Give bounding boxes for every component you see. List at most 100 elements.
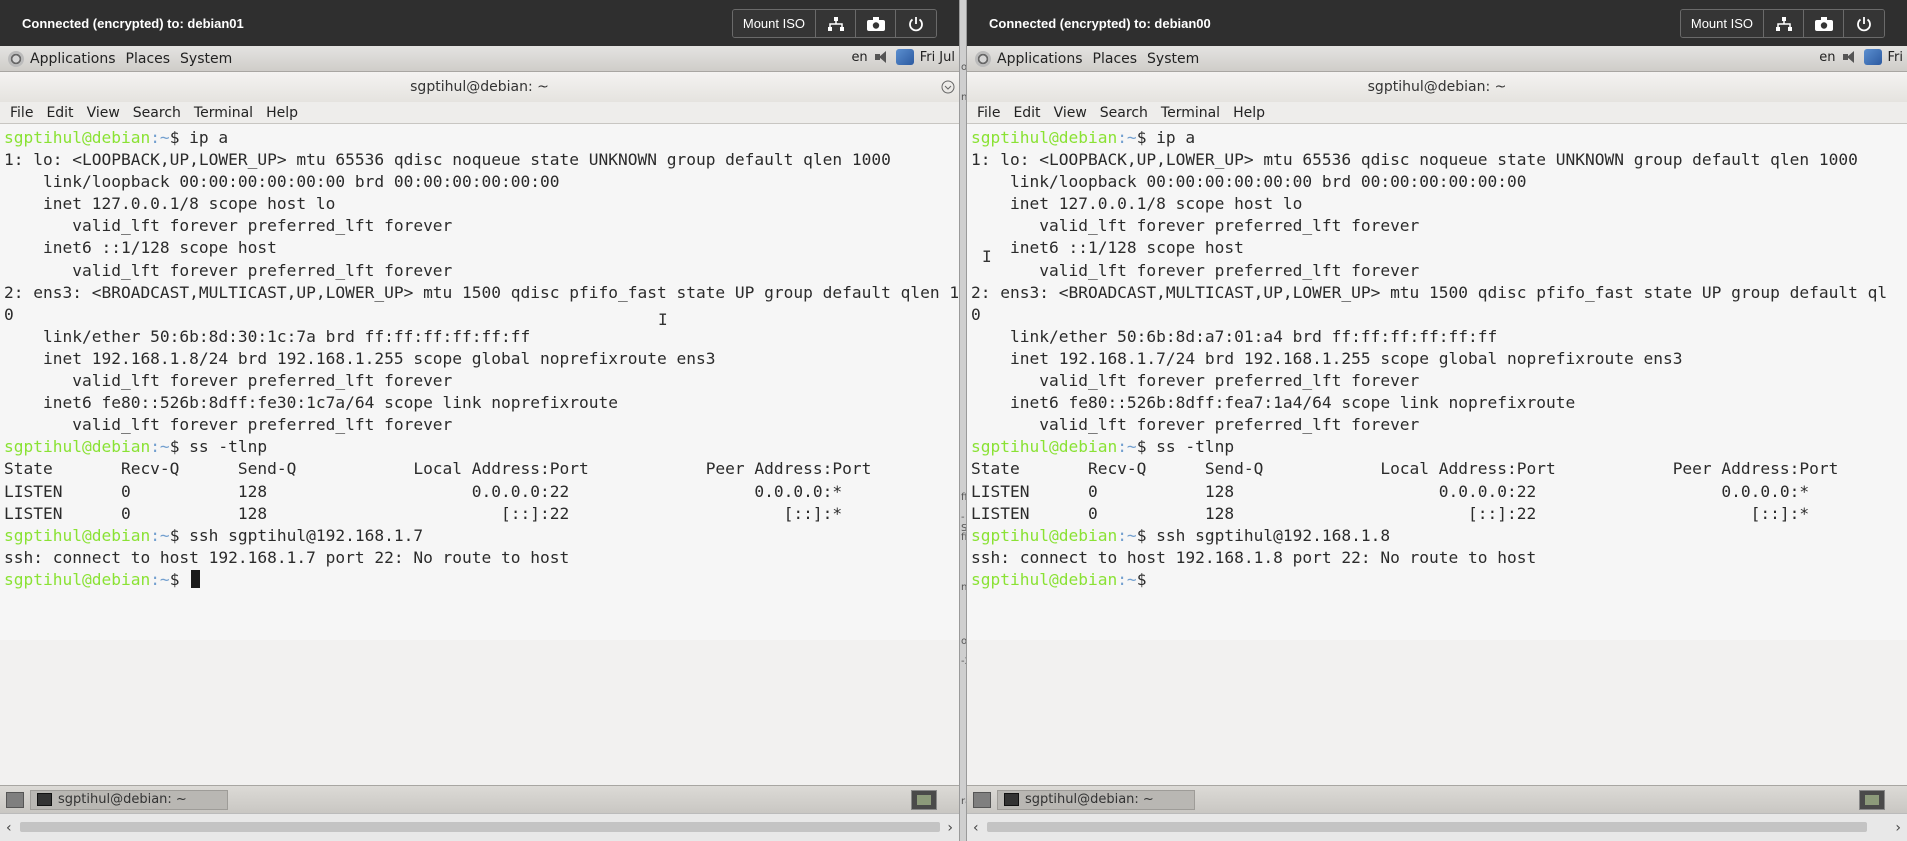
horizontal-scrollbar[interactable]: ‹ › xyxy=(967,813,1907,841)
scrollbar-thumb[interactable] xyxy=(20,822,940,832)
taskbar-terminal-button[interactable]: sgptihul@debian: ~ xyxy=(997,789,1195,810)
output-text: inet6 ::1/128 scope host xyxy=(4,238,277,258)
applications-menu[interactable]: Applications xyxy=(30,51,116,67)
scrollbar-thumb[interactable] xyxy=(987,822,1867,832)
output-text: valid_lft forever preferred_lft forever xyxy=(4,260,453,280)
places-menu[interactable]: Places xyxy=(1093,51,1138,67)
terminal-output-line: inet6 ::1/128 scope host xyxy=(971,237,1907,259)
terminal-output[interactable]: sgptihul@debian:~$ ip a 1: lo: <LOOPBACK,… xyxy=(967,124,1907,640)
menu-edit[interactable]: Edit xyxy=(46,105,73,121)
menu-terminal[interactable]: Terminal xyxy=(1161,105,1220,121)
places-menu[interactable]: Places xyxy=(126,51,171,67)
terminal-output-line: 2: ens3: <BROADCAST,MULTICAST,UP,LOWER_U… xyxy=(971,282,1907,304)
scroll-right-icon[interactable]: › xyxy=(947,820,953,836)
menu-edit[interactable]: Edit xyxy=(1013,105,1040,121)
menu-view[interactable]: View xyxy=(87,105,120,121)
menu-file[interactable]: File xyxy=(977,105,1000,121)
output-text: LISTEN 0 128 [::]:22 [::]:* xyxy=(971,503,1810,523)
terminal-menubar: File Edit View Search Terminal Help xyxy=(967,102,1907,124)
terminal-output-line: valid_lft forever preferred_lft forever xyxy=(4,414,959,436)
system-menu[interactable]: System xyxy=(1147,51,1199,67)
vnc-button-group: Mount ISO xyxy=(1679,9,1885,38)
network-button[interactable] xyxy=(816,10,856,37)
volume-icon[interactable] xyxy=(874,50,890,64)
keyboard-layout[interactable]: en xyxy=(1819,50,1835,65)
menu-file[interactable]: File xyxy=(10,105,33,121)
power-button[interactable] xyxy=(896,10,936,37)
prompt-path: :~ xyxy=(150,525,170,545)
prompt-user: sgptihul@debian xyxy=(4,128,151,147)
output-text: inet6 fe80::526b:8dff:fe30:1c7a/64 scope… xyxy=(4,393,618,413)
prompt-path: :~ xyxy=(1117,525,1137,545)
output-text: valid_lft forever preferred_lft forever xyxy=(4,216,453,236)
scroll-right-icon[interactable]: › xyxy=(1895,820,1901,836)
terminal-output[interactable]: sgptihul@debian:~$ ip a 1: lo: <LOOPBACK,… xyxy=(0,124,959,640)
workspace-switcher[interactable] xyxy=(1859,790,1885,810)
terminal-output-line: State Recv-Q Send-Q Local Address:Port P… xyxy=(971,458,1907,480)
prompt-user: sgptihul@debian xyxy=(4,525,151,545)
mount-iso-button[interactable]: Mount ISO xyxy=(1680,10,1764,37)
desktop: Connected (encrypted) to: debian01 Mount… xyxy=(0,0,1907,841)
workspace-switcher[interactable] xyxy=(911,790,937,810)
command-text: $ ip a xyxy=(169,128,229,147)
menu-terminal[interactable]: Terminal xyxy=(194,105,253,121)
keyboard-layout[interactable]: en xyxy=(851,50,867,65)
panel-clock[interactable]: Fri xyxy=(1888,50,1904,65)
terminal-output-line: valid_lft forever preferred_lft forever xyxy=(971,260,1907,282)
terminal-titlebar[interactable]: sgptihul@debian: ~ xyxy=(0,72,959,102)
window-menu-icon[interactable] xyxy=(941,80,955,94)
terminal-titlebar[interactable]: sgptihul@debian: ~ xyxy=(967,72,1907,102)
terminal-output-line: valid_lft forever preferred_lft forever xyxy=(971,215,1907,237)
terminal-prompt-line: sgptihul@debian:~$ ip a xyxy=(971,127,1907,149)
output-text: LISTEN 0 128 [::]:22 [::]:* xyxy=(4,503,843,523)
terminal-output-line: 2: ens3: <BROADCAST,MULTICAST,UP,LOWER_U… xyxy=(4,282,959,304)
command-text: $ ssh sgptihul@192.168.1.8 xyxy=(1136,525,1391,545)
terminal-prompt-line: sgptihul@debian:~$ ss -tlnp xyxy=(4,436,959,458)
system-menu[interactable]: System xyxy=(180,51,232,67)
panel-clock[interactable]: Fri Jul xyxy=(920,50,955,65)
vnc-connection-title: Connected (encrypted) to: debian01 xyxy=(22,15,244,31)
prompt-user: sgptihul@debian xyxy=(971,569,1118,589)
power-button[interactable] xyxy=(1844,10,1884,37)
scroll-left-icon[interactable]: ‹ xyxy=(6,820,12,836)
taskbar-terminal-button[interactable]: sgptihul@debian: ~ xyxy=(30,789,228,810)
terminal-menubar: File Edit View Search Terminal Help xyxy=(0,102,959,124)
terminal-window-title: sgptihul@debian: ~ xyxy=(1367,79,1507,95)
terminal-prompt-line: sgptihul@debian:~$ ss -tlnp xyxy=(971,436,1907,458)
command-text: $ xyxy=(169,569,190,589)
menu-search[interactable]: Search xyxy=(133,105,181,121)
user-switch-icon[interactable] xyxy=(895,49,914,65)
show-desktop-icon[interactable] xyxy=(973,791,991,808)
menu-help[interactable]: Help xyxy=(1233,105,1265,121)
screenshot-button[interactable] xyxy=(1804,10,1844,37)
power-icon xyxy=(909,16,923,31)
output-text: link/ether 50:6b:8d:30:1c:7a brd ff:ff:f… xyxy=(4,326,531,346)
mount-iso-button[interactable]: Mount ISO xyxy=(732,10,816,37)
prompt-user: sgptihul@debian xyxy=(4,437,151,457)
scroll-left-icon[interactable]: ‹ xyxy=(973,820,979,836)
terminal-output-line: inet6 ::1/128 scope host xyxy=(4,237,959,259)
network-button[interactable] xyxy=(1764,10,1804,37)
vnc-console-debian01[interactable]: Connected (encrypted) to: debian01 Mount… xyxy=(0,0,959,841)
output-text: link/ether 50:6b:8d:a7:01:a4 brd ff:ff:f… xyxy=(971,326,1498,346)
vnc-console-debian00[interactable]: Connected (encrypted) to: debian00 Mount… xyxy=(967,0,1907,841)
terminal-icon xyxy=(37,793,52,806)
menu-help[interactable]: Help xyxy=(266,105,298,121)
output-text: valid_lft forever preferred_lft forever xyxy=(971,371,1420,391)
output-text: inet 192.168.1.7/24 brd 192.168.1.255 sc… xyxy=(971,348,1683,368)
screenshot-button[interactable] xyxy=(856,10,896,37)
prompt-path: :~ xyxy=(1117,569,1137,589)
horizontal-scrollbar[interactable]: ‹ › xyxy=(0,813,959,841)
menu-view[interactable]: View xyxy=(1054,105,1087,121)
gnome-bottom-panel: sgptihul@debian: ~ xyxy=(967,785,1907,813)
show-desktop-icon[interactable] xyxy=(6,791,24,808)
output-text: inet 127.0.0.1/8 scope host lo xyxy=(971,194,1303,214)
volume-icon[interactable] xyxy=(1842,50,1858,64)
applications-menu[interactable]: Applications xyxy=(997,51,1083,67)
menu-search[interactable]: Search xyxy=(1100,105,1148,121)
user-switch-icon[interactable] xyxy=(1863,49,1882,65)
terminal-output-line: 1: lo: <LOOPBACK,UP,LOWER_UP> mtu 65536 … xyxy=(971,149,1907,171)
power-icon xyxy=(1857,16,1871,31)
prompt-user: sgptihul@debian xyxy=(971,128,1118,147)
prompt-user: sgptihul@debian xyxy=(4,569,151,589)
